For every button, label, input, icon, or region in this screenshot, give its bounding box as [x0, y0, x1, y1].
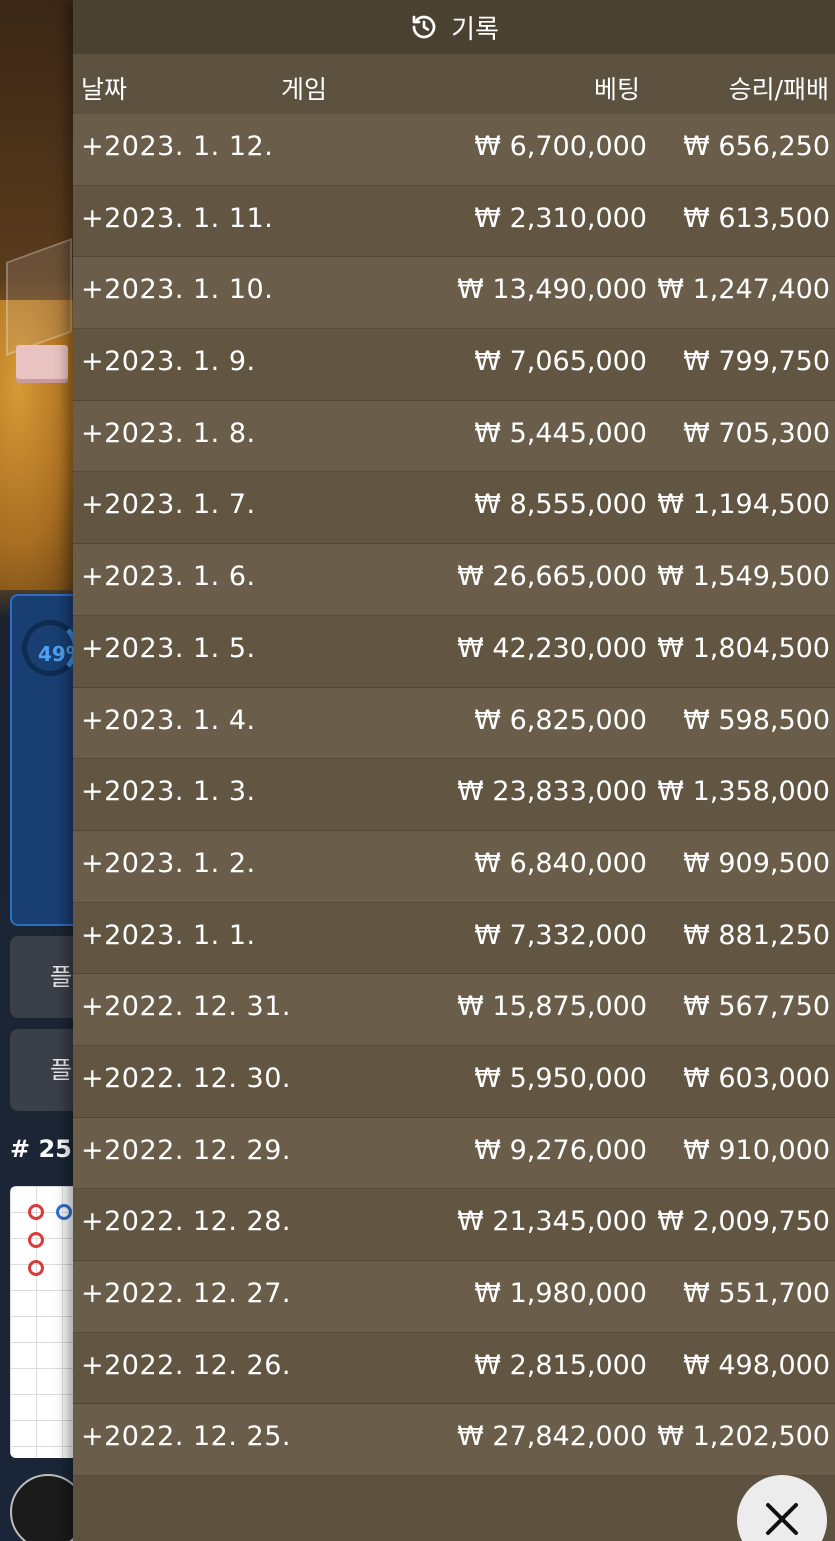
row-date: +2023. 1. 9.: [81, 346, 256, 378]
row-win-loss: ₩ 799,750: [683, 346, 830, 378]
row-bet: ₩ 13,490,000: [457, 274, 647, 306]
row-win-loss: ₩ 613,500: [683, 202, 830, 234]
table-row[interactable]: +2022. 12. 29. ₩ 9,276,000 ₩ 910,000: [73, 1117, 835, 1190]
row-date: +2023. 1. 7.: [81, 489, 256, 521]
table-row[interactable]: +2023. 1. 11. ₩ 2,310,000 ₩ 613,500: [73, 185, 835, 258]
row-bet: ₩ 7,065,000: [474, 346, 647, 378]
table-row[interactable]: +2023. 1. 7. ₩ 8,555,000 ₩ 1,194,500: [73, 472, 835, 545]
card-stack: [16, 345, 68, 379]
row-date: +2023. 1. 5.: [81, 632, 256, 664]
road-dot: [28, 1232, 44, 1248]
table-row[interactable]: +2023. 1. 8. ₩ 5,445,000 ₩ 705,300: [73, 400, 835, 473]
row-date: +2022. 12. 28.: [81, 1206, 291, 1238]
table-row[interactable]: +2022. 12. 28. ₩ 21,345,000 ₩ 2,009,750: [73, 1189, 835, 1261]
row-date: +2023. 1. 1.: [81, 919, 256, 951]
table-row[interactable]: +2023. 1. 5. ₩ 42,230,000 ₩ 1,804,500: [73, 615, 835, 688]
row-date: +2022. 12. 26.: [81, 1349, 291, 1381]
row-win-loss: ₩ 1,804,500: [657, 632, 830, 664]
row-win-loss: ₩ 603,000: [683, 1062, 830, 1094]
table-row[interactable]: +2022. 12. 30. ₩ 5,950,000 ₩ 603,000: [73, 1045, 835, 1118]
row-bet: ₩ 26,665,000: [457, 561, 647, 593]
round-number: # 25: [10, 1135, 72, 1163]
road-dot: [28, 1260, 44, 1276]
history-title: 기록: [451, 14, 499, 45]
history-panel: 기록 날짜 게임 베팅 승리/패배 +2023. 1. 12. ₩ 6,700,0…: [73, 0, 835, 1541]
row-date: +2023. 1. 10.: [81, 274, 274, 306]
row-bet: ₩ 15,875,000: [457, 991, 647, 1023]
row-win-loss: ₩ 1,247,400: [657, 274, 830, 306]
row-date: +2023. 1. 8.: [81, 417, 256, 449]
row-date: +2023. 1. 6.: [81, 561, 256, 593]
row-date: +2022. 12. 31.: [81, 991, 291, 1023]
table-row[interactable]: +2023. 1. 4. ₩ 6,825,000 ₩ 598,500: [73, 687, 835, 760]
row-win-loss: ₩ 881,250: [683, 919, 830, 951]
road-dot: [28, 1204, 44, 1220]
row-date: +2022. 12. 27.: [81, 1278, 291, 1309]
row-win-loss: ₩ 910,000: [683, 1134, 830, 1166]
row-bet: ₩ 7,332,000: [474, 919, 647, 951]
table-header: 날짜 게임 베팅 승리/패배: [73, 56, 835, 114]
row-win-loss: ₩ 2,009,750: [657, 1206, 830, 1238]
row-win-loss: ₩ 705,300: [683, 417, 830, 449]
row-bet: ₩ 6,700,000: [474, 131, 647, 162]
row-bet: ₩ 2,815,000: [474, 1349, 647, 1381]
table-row[interactable]: +2023. 1. 3. ₩ 23,833,000 ₩ 1,358,000: [73, 759, 835, 831]
table-row[interactable]: +2023. 1. 12. ₩ 6,700,000 ₩ 656,250: [73, 114, 835, 186]
row-bet: ₩ 5,950,000: [474, 1062, 647, 1094]
row-win-loss: ₩ 1,202,500: [657, 1421, 830, 1453]
road-dot: [56, 1204, 72, 1220]
row-win-loss: ₩ 1,549,500: [657, 561, 830, 593]
row-win-loss: ₩ 909,500: [683, 847, 830, 879]
row-bet: ₩ 21,345,000: [457, 1206, 647, 1238]
row-win-loss: ₩ 1,194,500: [657, 489, 830, 521]
row-bet: ₩ 42,230,000: [457, 632, 647, 664]
row-win-loss: ₩ 551,700: [683, 1278, 830, 1309]
row-bet: ₩ 5,445,000: [474, 417, 647, 449]
row-bet: ₩ 8,555,000: [474, 489, 647, 521]
row-win-loss: ₩ 567,750: [683, 991, 830, 1023]
row-win-loss: ₩ 598,500: [683, 704, 830, 736]
row-date: +2022. 12. 29.: [81, 1134, 291, 1166]
close-icon: [762, 1499, 802, 1541]
row-bet: ₩ 2,310,000: [474, 202, 647, 234]
table-row[interactable]: +2023. 1. 10. ₩ 13,490,000 ₩ 1,247,400: [73, 257, 835, 330]
row-bet: ₩ 1,980,000: [474, 1278, 647, 1309]
table-row[interactable]: +2022. 12. 25. ₩ 27,842,000 ₩ 1,202,500: [73, 1404, 835, 1477]
row-date: +2023. 1. 12.: [81, 131, 274, 162]
column-date: 날짜: [81, 75, 128, 104]
row-bet: ₩ 9,276,000: [474, 1134, 647, 1166]
row-date: +2023. 1. 11.: [81, 202, 274, 234]
row-win-loss: ₩ 656,250: [683, 131, 830, 162]
row-win-loss: ₩ 498,000: [683, 1349, 830, 1381]
table-row[interactable]: +2023. 1. 9. ₩ 7,065,000 ₩ 799,750: [73, 329, 835, 401]
history-table: +2023. 1. 12. ₩ 6,700,000 ₩ 656,250 +2023.…: [73, 114, 835, 1477]
row-bet: ₩ 23,833,000: [457, 776, 647, 808]
row-date: +2022. 12. 25.: [81, 1421, 291, 1453]
column-win-loss: 승리/패배: [728, 75, 829, 104]
row-bet: ₩ 6,825,000: [474, 704, 647, 736]
history-header: 기록: [73, 0, 835, 54]
history-icon: [409, 12, 439, 42]
column-bet: 베팅: [593, 75, 640, 104]
table-row[interactable]: +2023. 1. 1. ₩ 7,332,000 ₩ 881,250: [73, 902, 835, 975]
table-row[interactable]: +2023. 1. 6. ₩ 26,665,000 ₩ 1,549,500: [73, 544, 835, 616]
column-game: 게임: [281, 75, 328, 104]
row-date: +2023. 1. 2.: [81, 847, 256, 879]
table-row[interactable]: +2022. 12. 31. ₩ 15,875,000 ₩ 567,750: [73, 974, 835, 1046]
row-bet: ₩ 6,840,000: [474, 847, 647, 879]
row-date: +2022. 12. 30.: [81, 1062, 291, 1094]
row-bet: ₩ 27,842,000: [457, 1421, 647, 1453]
row-win-loss: ₩ 1,358,000: [657, 776, 830, 808]
table-row[interactable]: +2022. 12. 27. ₩ 1,980,000 ₩ 551,700: [73, 1261, 835, 1333]
table-row[interactable]: +2022. 12. 26. ₩ 2,815,000 ₩ 498,000: [73, 1332, 835, 1405]
row-date: +2023. 1. 3.: [81, 776, 256, 808]
table-row[interactable]: +2023. 1. 2. ₩ 6,840,000 ₩ 909,500: [73, 830, 835, 903]
row-date: +2023. 1. 4.: [81, 704, 256, 736]
